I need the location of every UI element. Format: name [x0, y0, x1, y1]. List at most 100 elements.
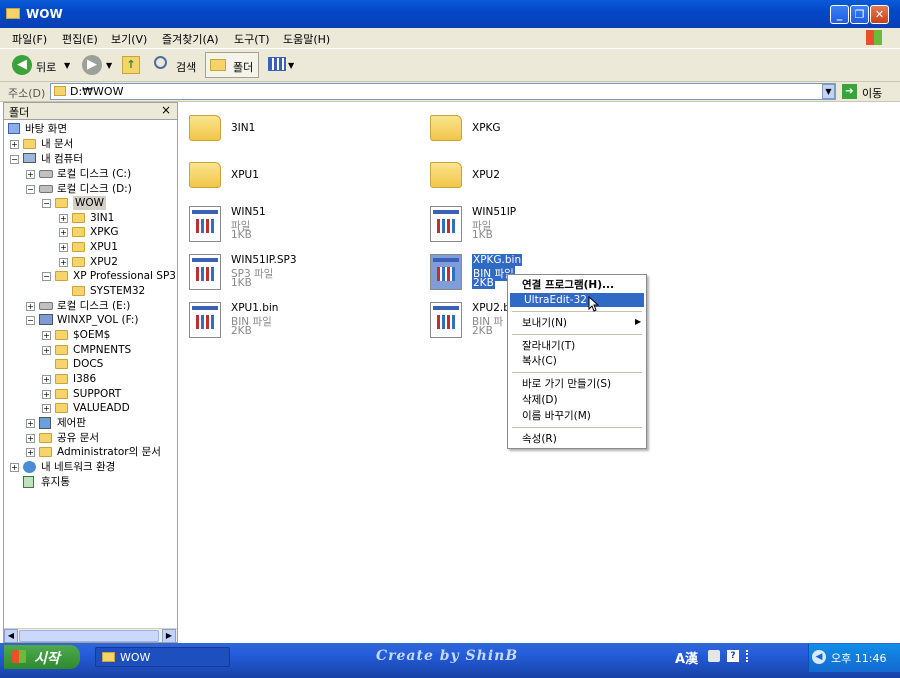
tree-label: 로컬 디스크 (C:)	[57, 168, 132, 180]
file-item-win51ip[interactable]: WIN51IP 파일 1KB	[430, 204, 630, 246]
menu-item-send-to[interactable]: 보내기(N)	[508, 316, 646, 330]
forward-dropdown-icon[interactable]: ▼	[106, 61, 112, 70]
menu-item-cut[interactable]: 잘라내기(T)	[508, 339, 646, 353]
back-dropdown-icon[interactable]: ▼	[64, 61, 70, 70]
item-name: 3IN1	[231, 122, 256, 134]
menu-edit[interactable]: 편집(E)	[62, 31, 98, 47]
folder-pane: 폴더 × 바탕 화면 + 내 문서 − 내 컴퓨터 + 로컬 디스크 (C:) …	[3, 102, 178, 643]
menu-item-copy[interactable]: 복사(C)	[508, 354, 646, 368]
item-name: XPU2	[472, 169, 500, 181]
collapse-icon[interactable]: −	[26, 316, 35, 325]
expand-icon[interactable]: +	[42, 375, 51, 384]
file-icon	[430, 254, 462, 290]
scroll-thumb[interactable]	[19, 630, 159, 642]
address-input[interactable]: D:₩WOW	[50, 83, 836, 100]
submenu-arrow-icon: ▶	[635, 317, 642, 326]
expand-icon[interactable]: +	[26, 170, 35, 179]
expand-icon[interactable]: +	[42, 346, 51, 355]
tree-label: $OEM$	[73, 329, 111, 341]
menu-view[interactable]: 보기(V)	[111, 31, 147, 47]
windows-logo-icon	[12, 650, 26, 663]
ime-option-icon[interactable]	[746, 650, 754, 662]
back-arrow-icon[interactable]: ◀	[12, 55, 32, 75]
folder-icon	[55, 374, 68, 384]
tray-expand-icon[interactable]: ◀	[812, 650, 826, 664]
back-button[interactable]: 뒤로	[36, 59, 56, 75]
forward-arrow-icon[interactable]: ▶	[82, 55, 102, 75]
ime-indicator[interactable]: A漢	[675, 648, 698, 667]
menu-item-open-with[interactable]: 연결 프로그램(H)...	[508, 278, 646, 292]
expand-icon[interactable]: +	[26, 302, 35, 311]
menu-separator	[512, 334, 642, 335]
folder-item-xpu1[interactable]: XPU1	[189, 159, 389, 199]
tree-label: XP Professional SP3	[73, 270, 176, 282]
file-item-win51ip-sp3[interactable]: WIN51IP.SP3 SP3 파일 1KB	[189, 252, 389, 294]
collapse-icon[interactable]: −	[42, 272, 51, 281]
expand-icon[interactable]: +	[42, 331, 51, 340]
folder-item-xpu2[interactable]: XPU2	[430, 159, 630, 199]
folder-icon	[55, 403, 68, 413]
file-item-xpu1-bin[interactable]: XPU1.bin BIN 파일 2KB	[189, 300, 389, 342]
tree-label: 내 네트워크 환경	[41, 461, 116, 473]
expand-icon[interactable]: +	[59, 243, 68, 252]
go-button[interactable]: 이동	[862, 85, 882, 101]
scroll-left-button[interactable]: ◀	[4, 629, 18, 642]
collapse-icon[interactable]: −	[26, 185, 35, 194]
folder-icon	[72, 286, 85, 296]
menu-item-ultraedit[interactable]: UltraEdit-32	[510, 293, 644, 307]
expand-icon[interactable]: +	[59, 228, 68, 237]
item-name: WIN51IP	[472, 206, 517, 218]
up-folder-icon[interactable]: ↑	[122, 56, 140, 74]
ime-tool-icon[interactable]	[708, 650, 720, 662]
folder-icon	[72, 257, 85, 267]
start-button[interactable]: 시작	[4, 645, 80, 669]
clock[interactable]: 오후 11:46	[831, 650, 886, 666]
help-icon[interactable]: ?	[727, 650, 739, 662]
expand-icon[interactable]: +	[26, 448, 35, 457]
menu-item-rename[interactable]: 이름 바꾸기(M)	[508, 409, 646, 423]
views-icon[interactable]	[268, 57, 286, 71]
desktop-icon	[8, 123, 20, 134]
menu-file[interactable]: 파일(F)	[12, 31, 47, 47]
item-name: XPU1.bin	[231, 302, 279, 314]
expand-icon[interactable]: +	[10, 140, 19, 149]
menu-item-create-shortcut[interactable]: 바로 가기 만들기(S)	[508, 377, 646, 391]
title-bar[interactable]: WOW _ ❐ ✕	[0, 0, 900, 28]
tree-label: 로컬 디스크 (E:)	[57, 300, 131, 312]
item-name: WIN51IP.SP3	[231, 254, 297, 266]
address-dropdown-button[interactable]: ▼	[822, 84, 835, 99]
folders-button[interactable]: 폴더	[205, 52, 259, 78]
close-button[interactable]: ✕	[870, 5, 889, 24]
minimize-button[interactable]: _	[830, 5, 849, 24]
menu-help[interactable]: 도움말(H)	[283, 31, 330, 47]
taskbar-window-wow[interactable]: WOW	[95, 647, 230, 667]
menu-item-delete[interactable]: 삭제(D)	[508, 393, 646, 407]
maximize-button[interactable]: ❐	[850, 5, 869, 24]
go-arrow-icon[interactable]: ➔	[842, 84, 857, 99]
expand-icon[interactable]: +	[59, 214, 68, 223]
menu-tools[interactable]: 도구(T)	[234, 31, 270, 47]
collapse-icon[interactable]: −	[42, 199, 51, 208]
views-dropdown-icon[interactable]: ▼	[288, 61, 294, 70]
folder-pane-scrollbar[interactable]: ◀ ▶	[4, 628, 177, 642]
expand-icon[interactable]: +	[26, 419, 35, 428]
folder-item-xpkg[interactable]: XPKG	[430, 112, 630, 152]
folder-item-3in1[interactable]: 3IN1	[189, 112, 389, 152]
folder-icon	[55, 345, 68, 355]
scroll-right-button[interactable]: ▶	[162, 629, 176, 642]
expand-icon[interactable]: +	[42, 390, 51, 399]
address-bar: 주소(D) D:₩WOW ▼ ➔ 이동	[0, 82, 900, 102]
search-icon[interactable]	[154, 56, 167, 69]
folder-pane-close-button[interactable]: ×	[161, 103, 171, 117]
computer-icon	[23, 153, 36, 163]
menu-favorites[interactable]: 즐겨찾기(A)	[162, 31, 219, 47]
expand-icon[interactable]: +	[59, 258, 68, 267]
search-button[interactable]: 검색	[176, 59, 196, 75]
item-size: 2KB	[472, 277, 495, 289]
expand-icon[interactable]: +	[26, 434, 35, 443]
collapse-icon[interactable]: −	[10, 155, 19, 164]
menu-item-properties[interactable]: 속성(R)	[508, 432, 646, 446]
expand-icon[interactable]: +	[10, 463, 19, 472]
expand-icon[interactable]: +	[42, 404, 51, 413]
file-item-win51[interactable]: WIN51 파일 1KB	[189, 204, 389, 246]
